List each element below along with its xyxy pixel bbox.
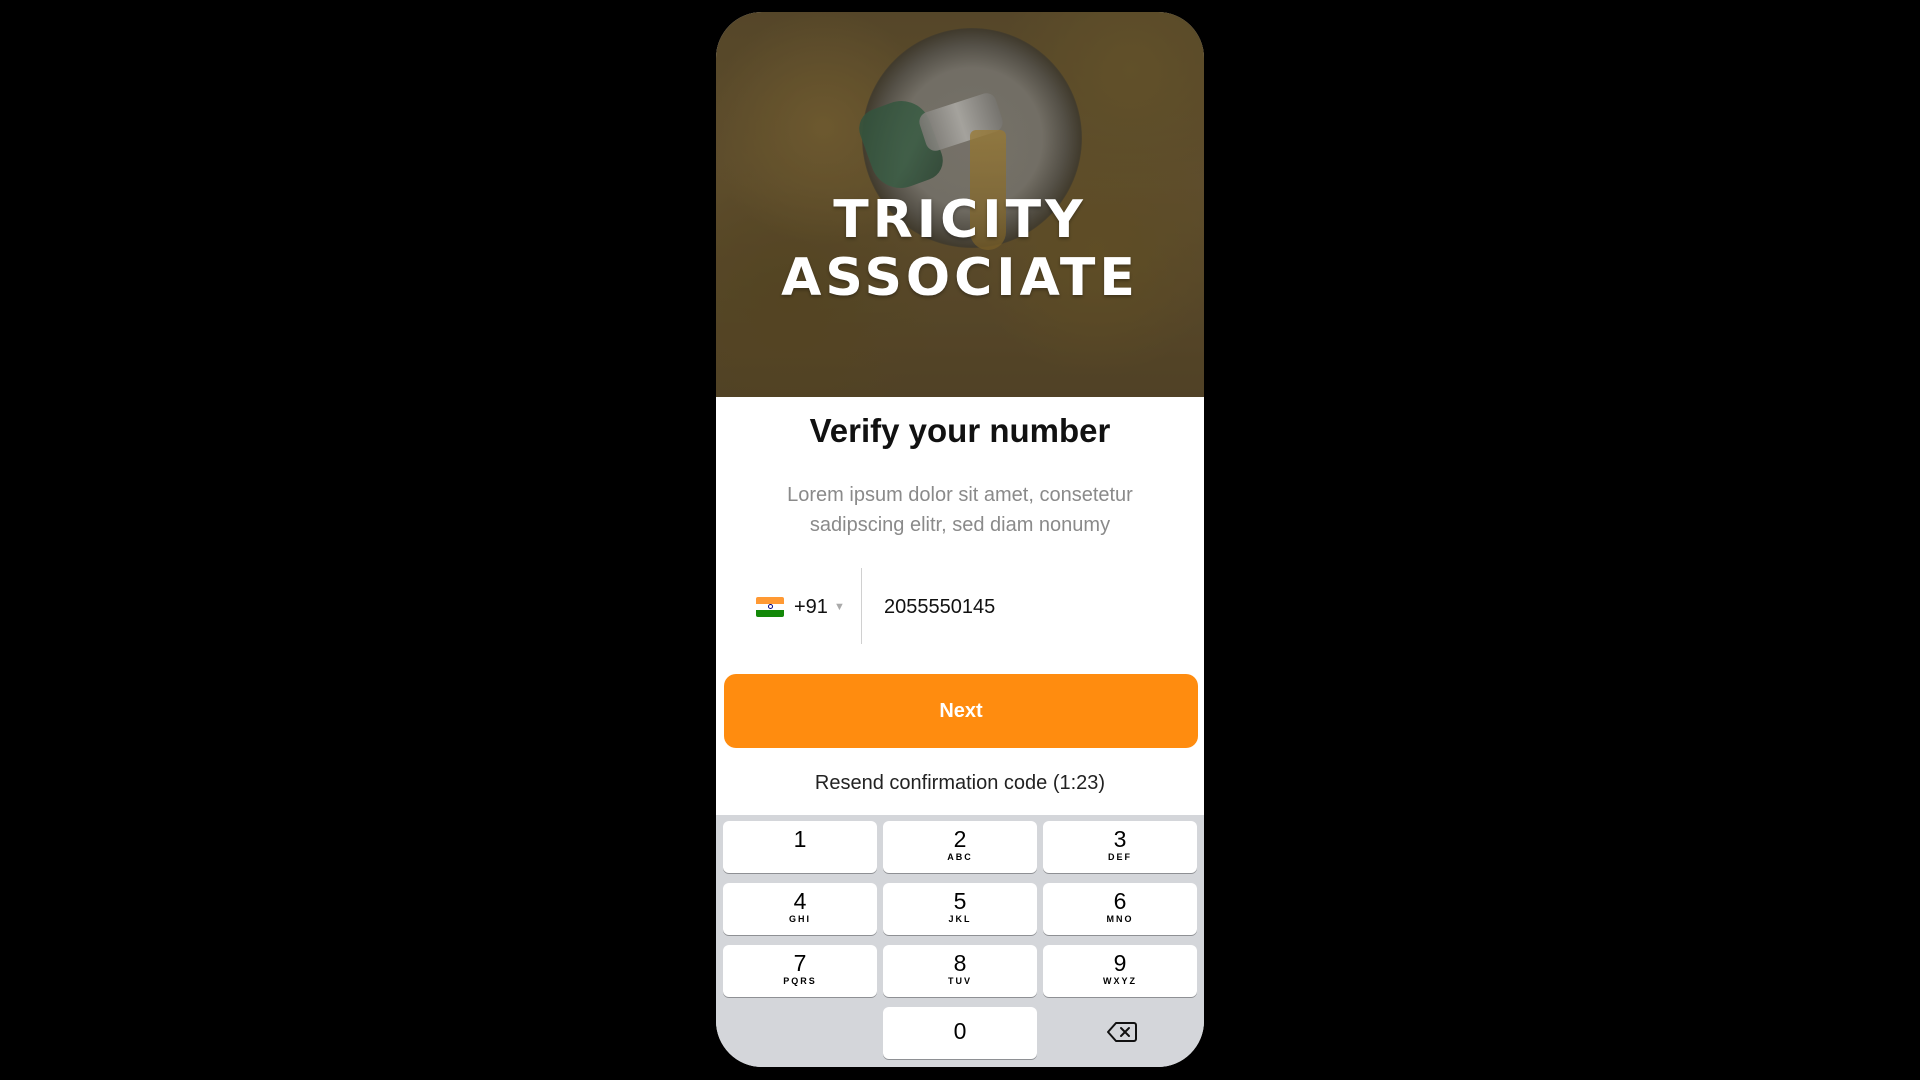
key-digit: 3 <box>1113 826 1127 852</box>
key-3[interactable]: 3 DEF <box>1043 821 1197 873</box>
key-digit: 2 <box>953 826 967 852</box>
country-code-selector[interactable]: +91 ▼ <box>756 592 845 622</box>
phone-number-row: +91 ▼ <box>716 568 1204 644</box>
field-divider <box>861 568 862 644</box>
key-digit: 6 <box>1113 888 1127 914</box>
next-button[interactable]: Next <box>724 674 1198 748</box>
key-letters: MNO <box>1106 914 1134 924</box>
key-letters: GHI <box>788 914 811 924</box>
india-flag-icon <box>756 597 784 617</box>
key-0[interactable]: 0 <box>883 1007 1037 1059</box>
key-letters: WXYZ <box>1103 976 1137 986</box>
brand-logo-line2: ASSOCIATE <box>781 248 1139 308</box>
key-digit: 4 <box>793 888 807 914</box>
key-letters: PQRS <box>783 976 817 986</box>
backspace-button[interactable] <box>1106 1020 1146 1050</box>
chevron-down-icon: ▼ <box>833 601 845 613</box>
key-7[interactable]: 7 PQRS <box>723 945 877 997</box>
brand-logo-line1: TRICITY <box>833 190 1087 250</box>
key-digit: 5 <box>953 888 967 914</box>
key-2[interactable]: 2 ABC <box>883 821 1037 873</box>
key-letters: TUV <box>948 976 972 986</box>
key-8[interactable]: 8 TUV <box>883 945 1037 997</box>
key-digit: 1 <box>793 826 807 852</box>
key-5[interactable]: 5 JKL <box>883 883 1037 935</box>
resend-code-link[interactable]: Resend confirmation code (1:23) <box>716 772 1204 795</box>
key-digit: 7 <box>793 950 807 976</box>
key-letters: DEF <box>1108 852 1132 862</box>
key-1[interactable]: 1 <box>723 821 877 873</box>
country-code: +91 <box>794 595 828 618</box>
key-letters: ABC <box>947 852 973 862</box>
phone-frame: TRICITY ASSOCIATE Verify your number Lor… <box>716 12 1204 1067</box>
key-letters: JKL <box>948 914 972 924</box>
key-digit: 8 <box>953 950 967 976</box>
key-digit: 0 <box>953 1018 967 1044</box>
page-title: Verify your number <box>809 412 1111 449</box>
page-subtitle: Lorem ipsum dolor sit amet, consetetur s… <box>787 484 1133 536</box>
key-digit: 9 <box>1113 950 1127 976</box>
phone-number-input[interactable] <box>884 590 1164 624</box>
key-4[interactable]: 4 GHI <box>723 883 877 935</box>
backspace-icon <box>1107 1022 1137 1042</box>
numeric-keypad: 1 2 ABC 3 DEF 4 GHI 5 JKL 6 MNO 7 PQRS 8 <box>716 815 1204 1067</box>
key-9[interactable]: 9 WXYZ <box>1043 945 1197 997</box>
key-6[interactable]: 6 MNO <box>1043 883 1197 935</box>
hero-banner: TRICITY ASSOCIATE <box>716 12 1204 397</box>
